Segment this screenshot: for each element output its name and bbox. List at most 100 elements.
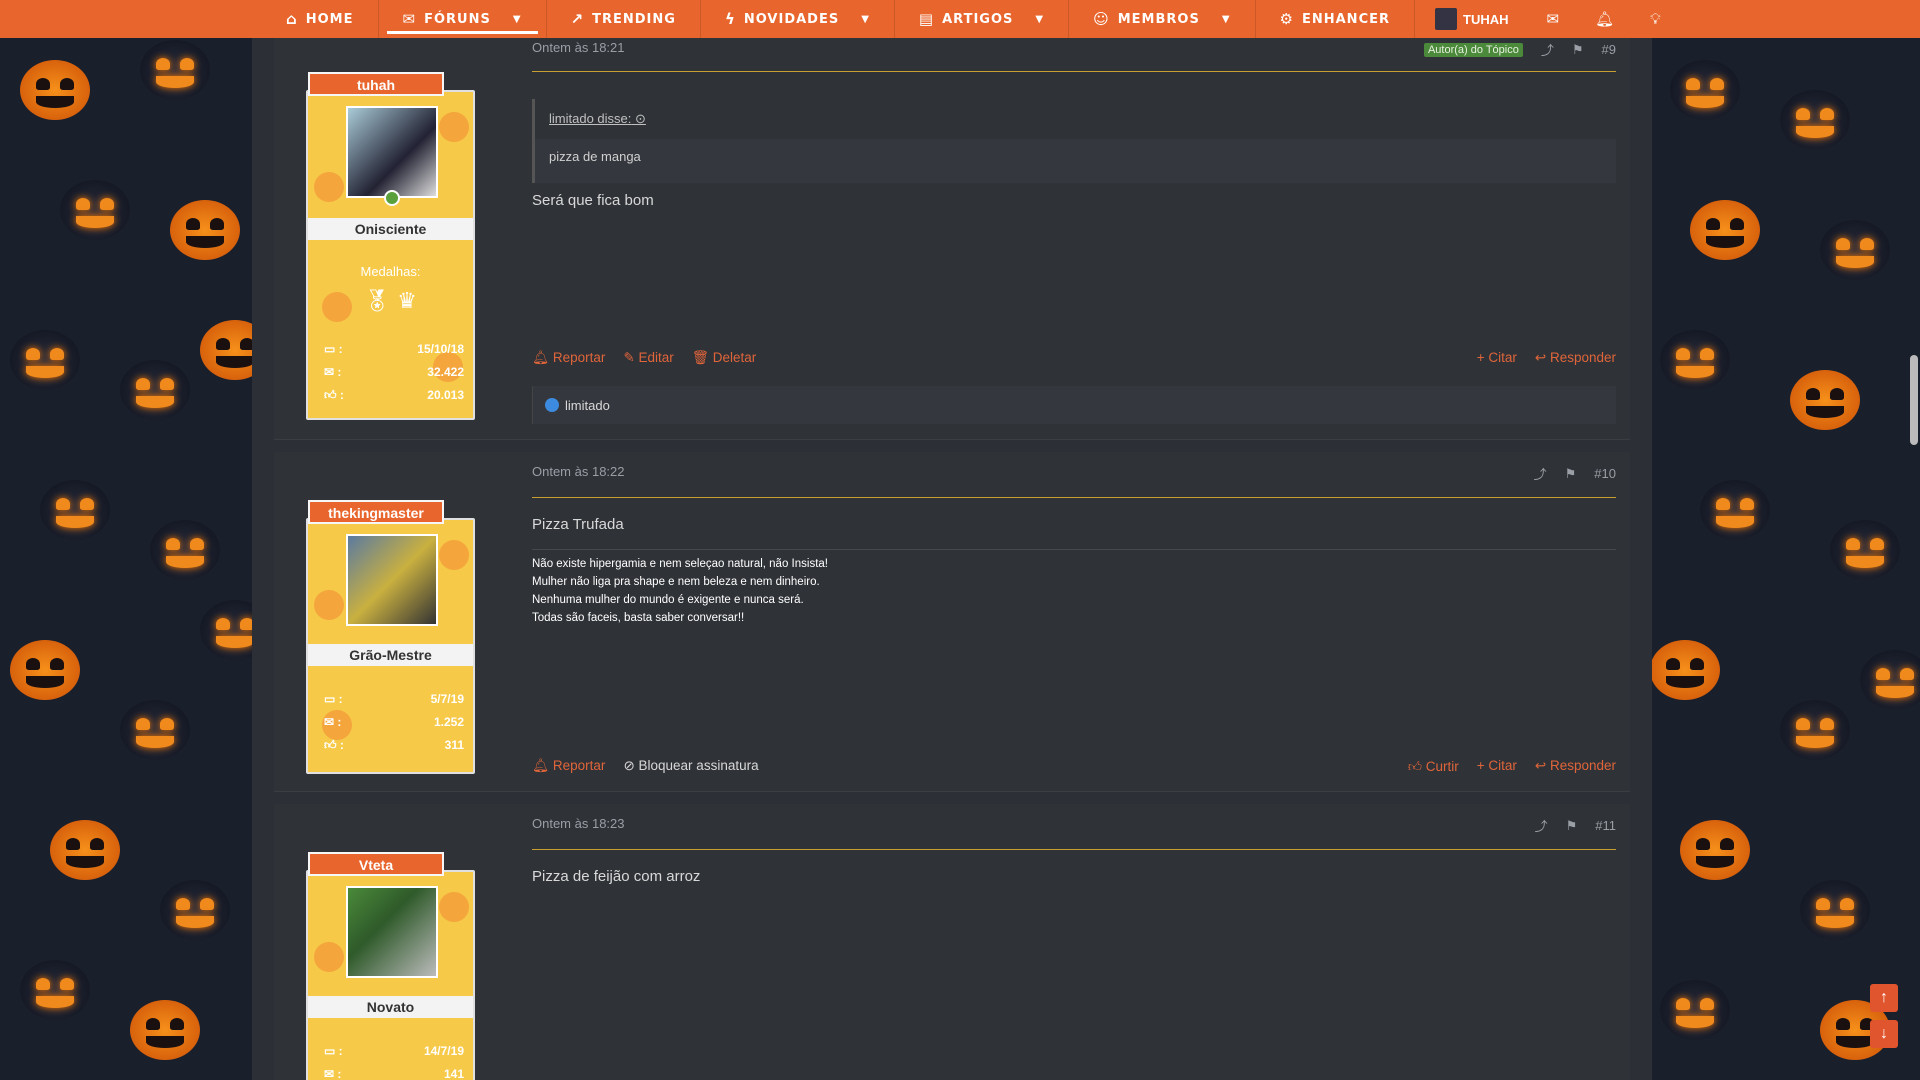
user-sidebar: Novato ▭ :14/7/19 ✉ :141 (306, 870, 475, 1080)
nav-user-account[interactable]: TUHAH (1415, 8, 1529, 30)
stat-joined: ▭ :5/7/19 (324, 692, 464, 706)
post-number[interactable]: #10 (1594, 466, 1616, 481)
report-button[interactable]: 🔔︎ Reportar (532, 350, 605, 366)
document-icon: ▤ (918, 10, 935, 28)
medals-label: Medalhas: (360, 264, 421, 279)
pumpkin-decoration (1680, 820, 1750, 880)
stat-messages: ✉ :1.252 (324, 715, 464, 729)
calendar-icon: ▭ : (324, 342, 343, 356)
block-icon: ⊘ (623, 758, 635, 773)
chat-icon: ✉ : (324, 1067, 342, 1080)
pumpkin-decoration (20, 960, 90, 1020)
report-button[interactable]: 🔔︎ Reportar (532, 758, 605, 774)
thumbs-up-icon: 👍︎ : (324, 388, 344, 402)
username[interactable]: tuhah (308, 72, 444, 96)
bell-icon: 🔔︎ (532, 758, 550, 773)
bookmark-icon[interactable]: ⚑ (1565, 466, 1577, 482)
signature: Não existe hipergamia e nem seleçao natu… (532, 558, 828, 624)
pumpkin-decoration (1860, 650, 1920, 710)
share-icon[interactable]: ⤴ (1535, 816, 1548, 835)
nav-novidades[interactable]: ϟ NOVIDADES ▼ (701, 0, 895, 38)
post-number[interactable]: #9 (1602, 42, 1616, 57)
pumpkin-decoration (1780, 90, 1850, 150)
medals: 🏅︎ ♛ (363, 288, 417, 314)
quote-button[interactable]: + Citar (1477, 758, 1517, 775)
quote-block: limitado disse: ⊙ pizza de manga (532, 99, 1616, 183)
post-number[interactable]: #11 (1595, 818, 1616, 833)
stat-joined: ▭ :15/10/18 (324, 342, 464, 356)
avatar[interactable] (346, 886, 438, 978)
message-body: Pizza Trufada (532, 516, 624, 533)
edit-button[interactable]: ✎ Editar (623, 350, 673, 366)
delete-button[interactable]: 🗑︎ Deletar (692, 350, 756, 366)
online-status-icon (384, 190, 400, 206)
medal-icon[interactable]: 🏅︎ (363, 288, 391, 313)
reaction-user[interactable]: limitado (565, 398, 610, 413)
nav-trending[interactable]: ↗ TRENDING (547, 0, 701, 38)
reply-icon: ↩ (1534, 350, 1547, 365)
top-navigation: ⌂ HOME ✉ FÓRUNS ▼ ↗ TRENDING ϟ NOVIDADES ▼ ▤ AR… (0, 0, 1920, 38)
chevron-down-icon[interactable]: ▼ (1222, 14, 1231, 25)
home-icon: ⌂ (286, 10, 298, 28)
post-tools: ⤴ ⚑ #10 (1534, 464, 1616, 483)
bell-icon[interactable]: 🔔︎ (1577, 10, 1632, 28)
bookmark-icon[interactable]: ⚑ (1566, 818, 1578, 834)
scroll-bottom-button[interactable]: ↓ (1870, 1020, 1898, 1048)
pumpkin-decoration (1660, 980, 1730, 1040)
divider (532, 849, 1616, 850)
chevron-down-icon[interactable]: ▼ (513, 14, 522, 25)
quote-button[interactable]: + Citar (1477, 350, 1517, 366)
pumpkin-decoration (160, 880, 230, 940)
stat-messages: ✉ :141 (324, 1067, 464, 1080)
nav-enhancer[interactable]: ⚙ ENHANCER (1256, 0, 1415, 38)
trash-icon: 🗑︎ (691, 350, 709, 365)
pumpkin-decoration (150, 520, 220, 580)
post-10: Ontem às 18:22 ⤴ ⚑ #10 Pizza Trufada Não… (274, 452, 1630, 792)
chevron-down-icon[interactable]: ▼ (1035, 14, 1044, 25)
avatar[interactable] (346, 534, 438, 626)
bookmark-icon[interactable]: ⚑ (1572, 42, 1584, 58)
pumpkin-decoration (1670, 60, 1740, 120)
cogs-icon: ⚙ (1279, 10, 1294, 28)
post-actions-right: + Citar ↩ Responder (1477, 350, 1616, 366)
share-icon[interactable]: ⤴ (1534, 464, 1547, 483)
chat-icon: ✉ (402, 10, 417, 28)
like-button[interactable]: 👍︎ Curtir (1408, 758, 1459, 775)
crown-icon[interactable]: ♛ (397, 288, 417, 313)
avatar[interactable] (346, 106, 438, 198)
quote-author[interactable]: limitado disse: ⊙ (535, 99, 1616, 139)
pumpkin-decoration (1650, 640, 1720, 700)
pumpkin-decoration (1800, 880, 1870, 940)
arrow-up-circle-icon[interactable]: ⊙ (635, 111, 646, 126)
quote-text: pizza de manga (549, 149, 641, 164)
mail-icon[interactable]: ✉ (1529, 10, 1578, 28)
pencil-icon: ✎ (623, 350, 635, 365)
pumpkin-decoration (1660, 330, 1730, 390)
nav-artigos[interactable]: ▤ ARTIGOS ▼ (895, 0, 1070, 38)
post-date[interactable]: Ontem às 18:22 (532, 464, 625, 479)
lightbulb-icon[interactable]: 💡︎ (1632, 11, 1679, 28)
stat-joined: ▭ :14/7/19 (324, 1044, 464, 1058)
nav-forums[interactable]: ✉ FÓRUNS ▼ (379, 0, 547, 38)
post-date[interactable]: Ontem às 18:23 (532, 816, 625, 831)
pumpkin-decoration (60, 180, 130, 240)
username[interactable]: Vteta (308, 852, 444, 876)
message-body: Pizza de feijão com arroz (532, 868, 701, 885)
reply-button[interactable]: ↩ Responder (1535, 350, 1616, 366)
chevron-down-icon[interactable]: ▼ (861, 14, 870, 25)
nav-home[interactable]: ⌂ HOME (262, 0, 379, 38)
scroll-top-button[interactable]: ↑ (1870, 984, 1898, 1012)
username[interactable]: thekingmaster (308, 500, 444, 524)
page-scrollbar[interactable] (1910, 355, 1918, 445)
share-icon[interactable]: ⤴ (1541, 40, 1554, 59)
pumpkin-decoration (1700, 480, 1770, 540)
block-signature-button[interactable]: ⊘ Bloquear assinatura (623, 758, 758, 774)
nav-membros[interactable]: ☺ MEMBROS ▼ (1069, 0, 1256, 38)
reply-button[interactable]: ↩ Responder (1535, 758, 1616, 775)
thumbs-up-icon: 👍︎ (1407, 759, 1422, 774)
post-date[interactable]: Ontem às 18:21 (532, 40, 625, 55)
post-actions-right: 👍︎ Curtir + Citar ↩ Responder (1408, 758, 1616, 775)
pumpkin-decoration (40, 480, 110, 540)
avatar (1435, 8, 1457, 30)
pumpkin-decoration (1690, 200, 1760, 260)
